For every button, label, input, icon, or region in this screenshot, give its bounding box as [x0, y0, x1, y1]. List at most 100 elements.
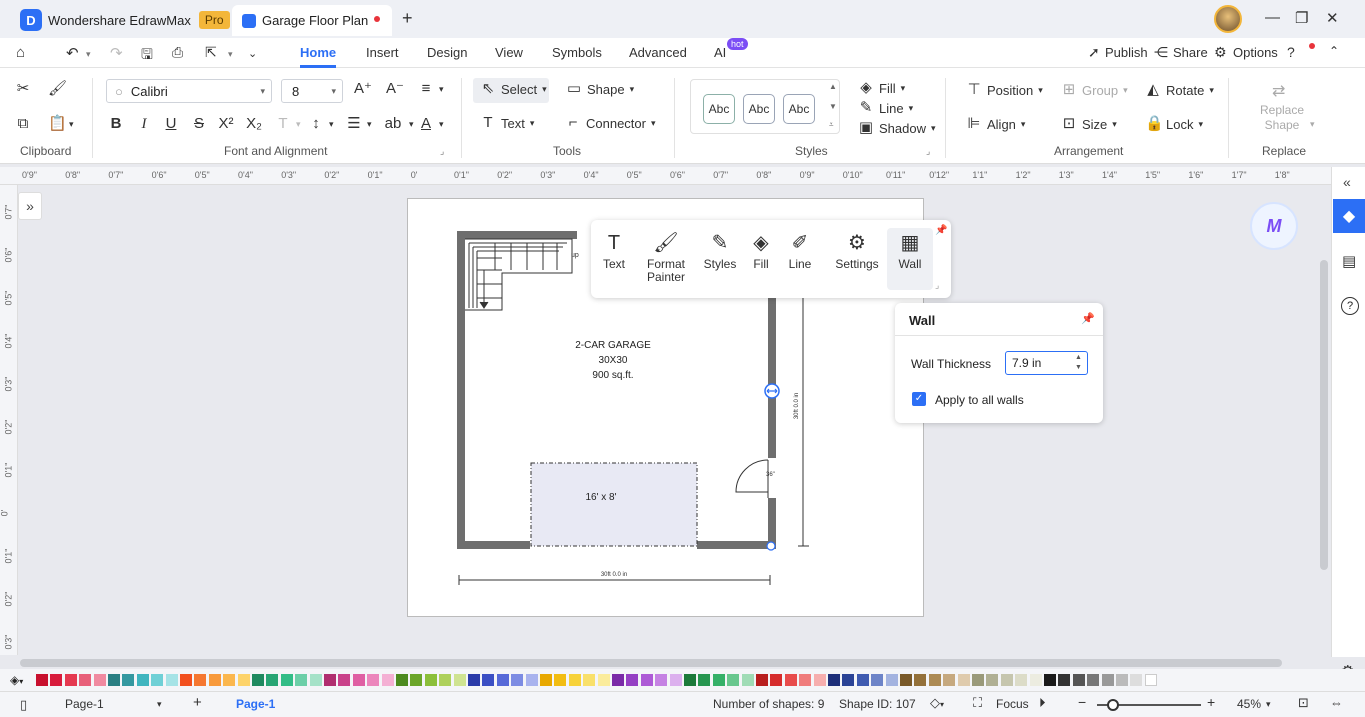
color-swatch[interactable]	[136, 674, 149, 686]
undo-icon[interactable]: ↶	[66, 44, 79, 62]
color-swatch[interactable]	[856, 674, 869, 686]
publish-button[interactable]: Publish	[1105, 45, 1148, 60]
color-swatch[interactable]	[496, 674, 509, 686]
color-swatch[interactable]	[957, 674, 970, 686]
color-swatch[interactable]	[756, 674, 768, 686]
expand-panel-icon[interactable]: »	[18, 192, 42, 220]
line-button[interactable]: ✎ Line ▾	[858, 100, 913, 116]
replace-dropdown-icon[interactable]: ▾	[1310, 119, 1315, 130]
align-button[interactable]: ⊫ Align ▾	[966, 116, 1025, 132]
fit-page-icon[interactable]: ⊡	[1298, 695, 1309, 711]
shape-button[interactable]: ▭ Shape ▾	[566, 81, 634, 97]
page-view-icon[interactable]: ▯	[20, 697, 27, 713]
format-brush-icon[interactable]: 🖌	[48, 81, 67, 97]
color-swatch[interactable]	[612, 674, 624, 686]
color-swatch[interactable]	[93, 674, 106, 686]
float-wall-button[interactable]: ▦ Wall	[895, 232, 925, 271]
float-fill-button[interactable]: ◈ Fill	[749, 232, 773, 271]
gallery-more-icon[interactable]: ⩡	[829, 120, 834, 130]
zoom-level[interactable]: 45%	[1237, 697, 1261, 711]
styles-dialog-launcher-icon[interactable]: ⌟	[926, 146, 930, 157]
color-swatch[interactable]	[1087, 674, 1100, 686]
save-icon[interactable]: 🖫	[141, 44, 153, 68]
color-swatch[interactable]	[842, 674, 855, 686]
color-swatch[interactable]	[122, 674, 135, 686]
color-swatch[interactable]	[252, 674, 264, 686]
color-swatch[interactable]	[453, 674, 466, 686]
group-button[interactable]: ⊞ Group ▾	[1061, 82, 1128, 98]
ai-assistant-icon[interactable]: M	[1250, 202, 1298, 250]
color-swatch[interactable]	[554, 674, 567, 686]
color-swatch[interactable]	[208, 674, 221, 686]
page-select-chevron-icon[interactable]: ▾	[157, 699, 162, 710]
color-swatch[interactable]	[583, 674, 596, 686]
help-panel-icon[interactable]: ?	[1341, 297, 1359, 315]
color-swatch[interactable]	[309, 674, 322, 686]
color-swatch[interactable]	[151, 674, 164, 686]
color-swatch[interactable]	[410, 674, 423, 686]
increase-font-icon[interactable]: A⁺	[354, 81, 372, 97]
color-swatch[interactable]	[943, 674, 956, 686]
font-name-select[interactable]: ○ Calibri ▾	[106, 79, 272, 103]
user-avatar[interactable]	[1214, 5, 1242, 33]
text-align-icon[interactable]: ≡ ▾	[418, 81, 444, 97]
add-page-icon[interactable]: +	[193, 694, 202, 711]
options-button[interactable]: Options	[1233, 45, 1278, 60]
page-panel-icon[interactable]: ▤	[1342, 252, 1356, 270]
color-swatch[interactable]	[266, 674, 279, 686]
play-icon[interactable]: ⏵	[1039, 695, 1046, 711]
float-text-button[interactable]: T Text	[601, 232, 627, 271]
color-swatch[interactable]	[712, 674, 725, 686]
help-icon[interactable]: ?	[1287, 44, 1295, 60]
color-swatch[interactable]	[568, 674, 581, 686]
cut-icon[interactable]: ✂	[15, 81, 31, 97]
superscript-icon[interactable]: X²	[218, 116, 234, 132]
color-swatch[interactable]	[914, 674, 927, 686]
color-swatch[interactable]	[424, 674, 437, 686]
bold-icon[interactable]: B	[108, 116, 124, 132]
font-size-select[interactable]: 8 ▾	[281, 79, 343, 103]
bullets-icon[interactable]: ☰ ▾	[346, 116, 371, 132]
format-panel-icon[interactable]: ◆	[1333, 199, 1365, 233]
thickness-stepper-icon[interactable]: ▲ ▼	[1075, 353, 1082, 373]
color-swatch[interactable]	[338, 674, 351, 686]
color-swatch[interactable]	[1101, 674, 1114, 686]
color-swatch[interactable]	[180, 674, 192, 686]
export-dropdown-icon[interactable]: ▾	[228, 49, 233, 60]
menu-symbols[interactable]: Symbols	[552, 45, 602, 60]
color-swatch[interactable]	[1130, 674, 1143, 686]
zoom-dropdown-icon[interactable]: ▾	[1266, 699, 1271, 710]
focus-button[interactable]: Focus	[996, 697, 1029, 711]
color-swatch[interactable]	[468, 674, 480, 686]
color-swatch[interactable]	[813, 674, 826, 686]
color-swatch[interactable]	[237, 674, 250, 686]
color-swatch[interactable]	[108, 674, 120, 686]
text-case-icon[interactable]: T ▾	[275, 116, 300, 132]
color-swatch[interactable]	[684, 674, 696, 686]
color-swatch[interactable]	[1058, 674, 1071, 686]
color-swatch[interactable]	[871, 674, 884, 686]
print-icon[interactable]: ⎙	[172, 44, 183, 61]
color-swatch[interactable]	[928, 674, 941, 686]
rotate-button[interactable]: ◭ Rotate ▾	[1145, 82, 1214, 98]
zoom-in-icon[interactable]: +	[1207, 694, 1215, 710]
export-icon[interactable]: ⇱	[205, 44, 217, 61]
color-swatch[interactable]	[439, 674, 452, 686]
copy-icon[interactable]: ⧉	[15, 116, 31, 132]
app-tab[interactable]: D Wondershare EdrawMax Pro	[10, 5, 230, 35]
font-dialog-launcher-icon[interactable]: ⌟	[440, 146, 444, 157]
color-swatch[interactable]	[367, 674, 380, 686]
color-swatch[interactable]	[194, 674, 207, 686]
color-swatch[interactable]	[669, 674, 682, 686]
zoom-slider-thumb[interactable]	[1107, 699, 1119, 711]
maximize-icon[interactable]: ❐	[1295, 9, 1308, 27]
menu-view[interactable]: View	[495, 45, 523, 60]
color-swatch[interactable]	[597, 674, 610, 686]
paste-icon[interactable]: 📋 ▾	[48, 116, 74, 132]
fill-color-picker-icon[interactable]: ◈▾	[10, 673, 23, 687]
more-quick-icon[interactable]: ⌄	[248, 47, 257, 60]
float-styles-button[interactable]: ✎ Styles	[703, 232, 737, 271]
color-swatch[interactable]	[295, 674, 308, 686]
decrease-font-icon[interactable]: A⁻	[386, 81, 404, 97]
collapse-sidebar-icon[interactable]: «	[1343, 174, 1351, 190]
